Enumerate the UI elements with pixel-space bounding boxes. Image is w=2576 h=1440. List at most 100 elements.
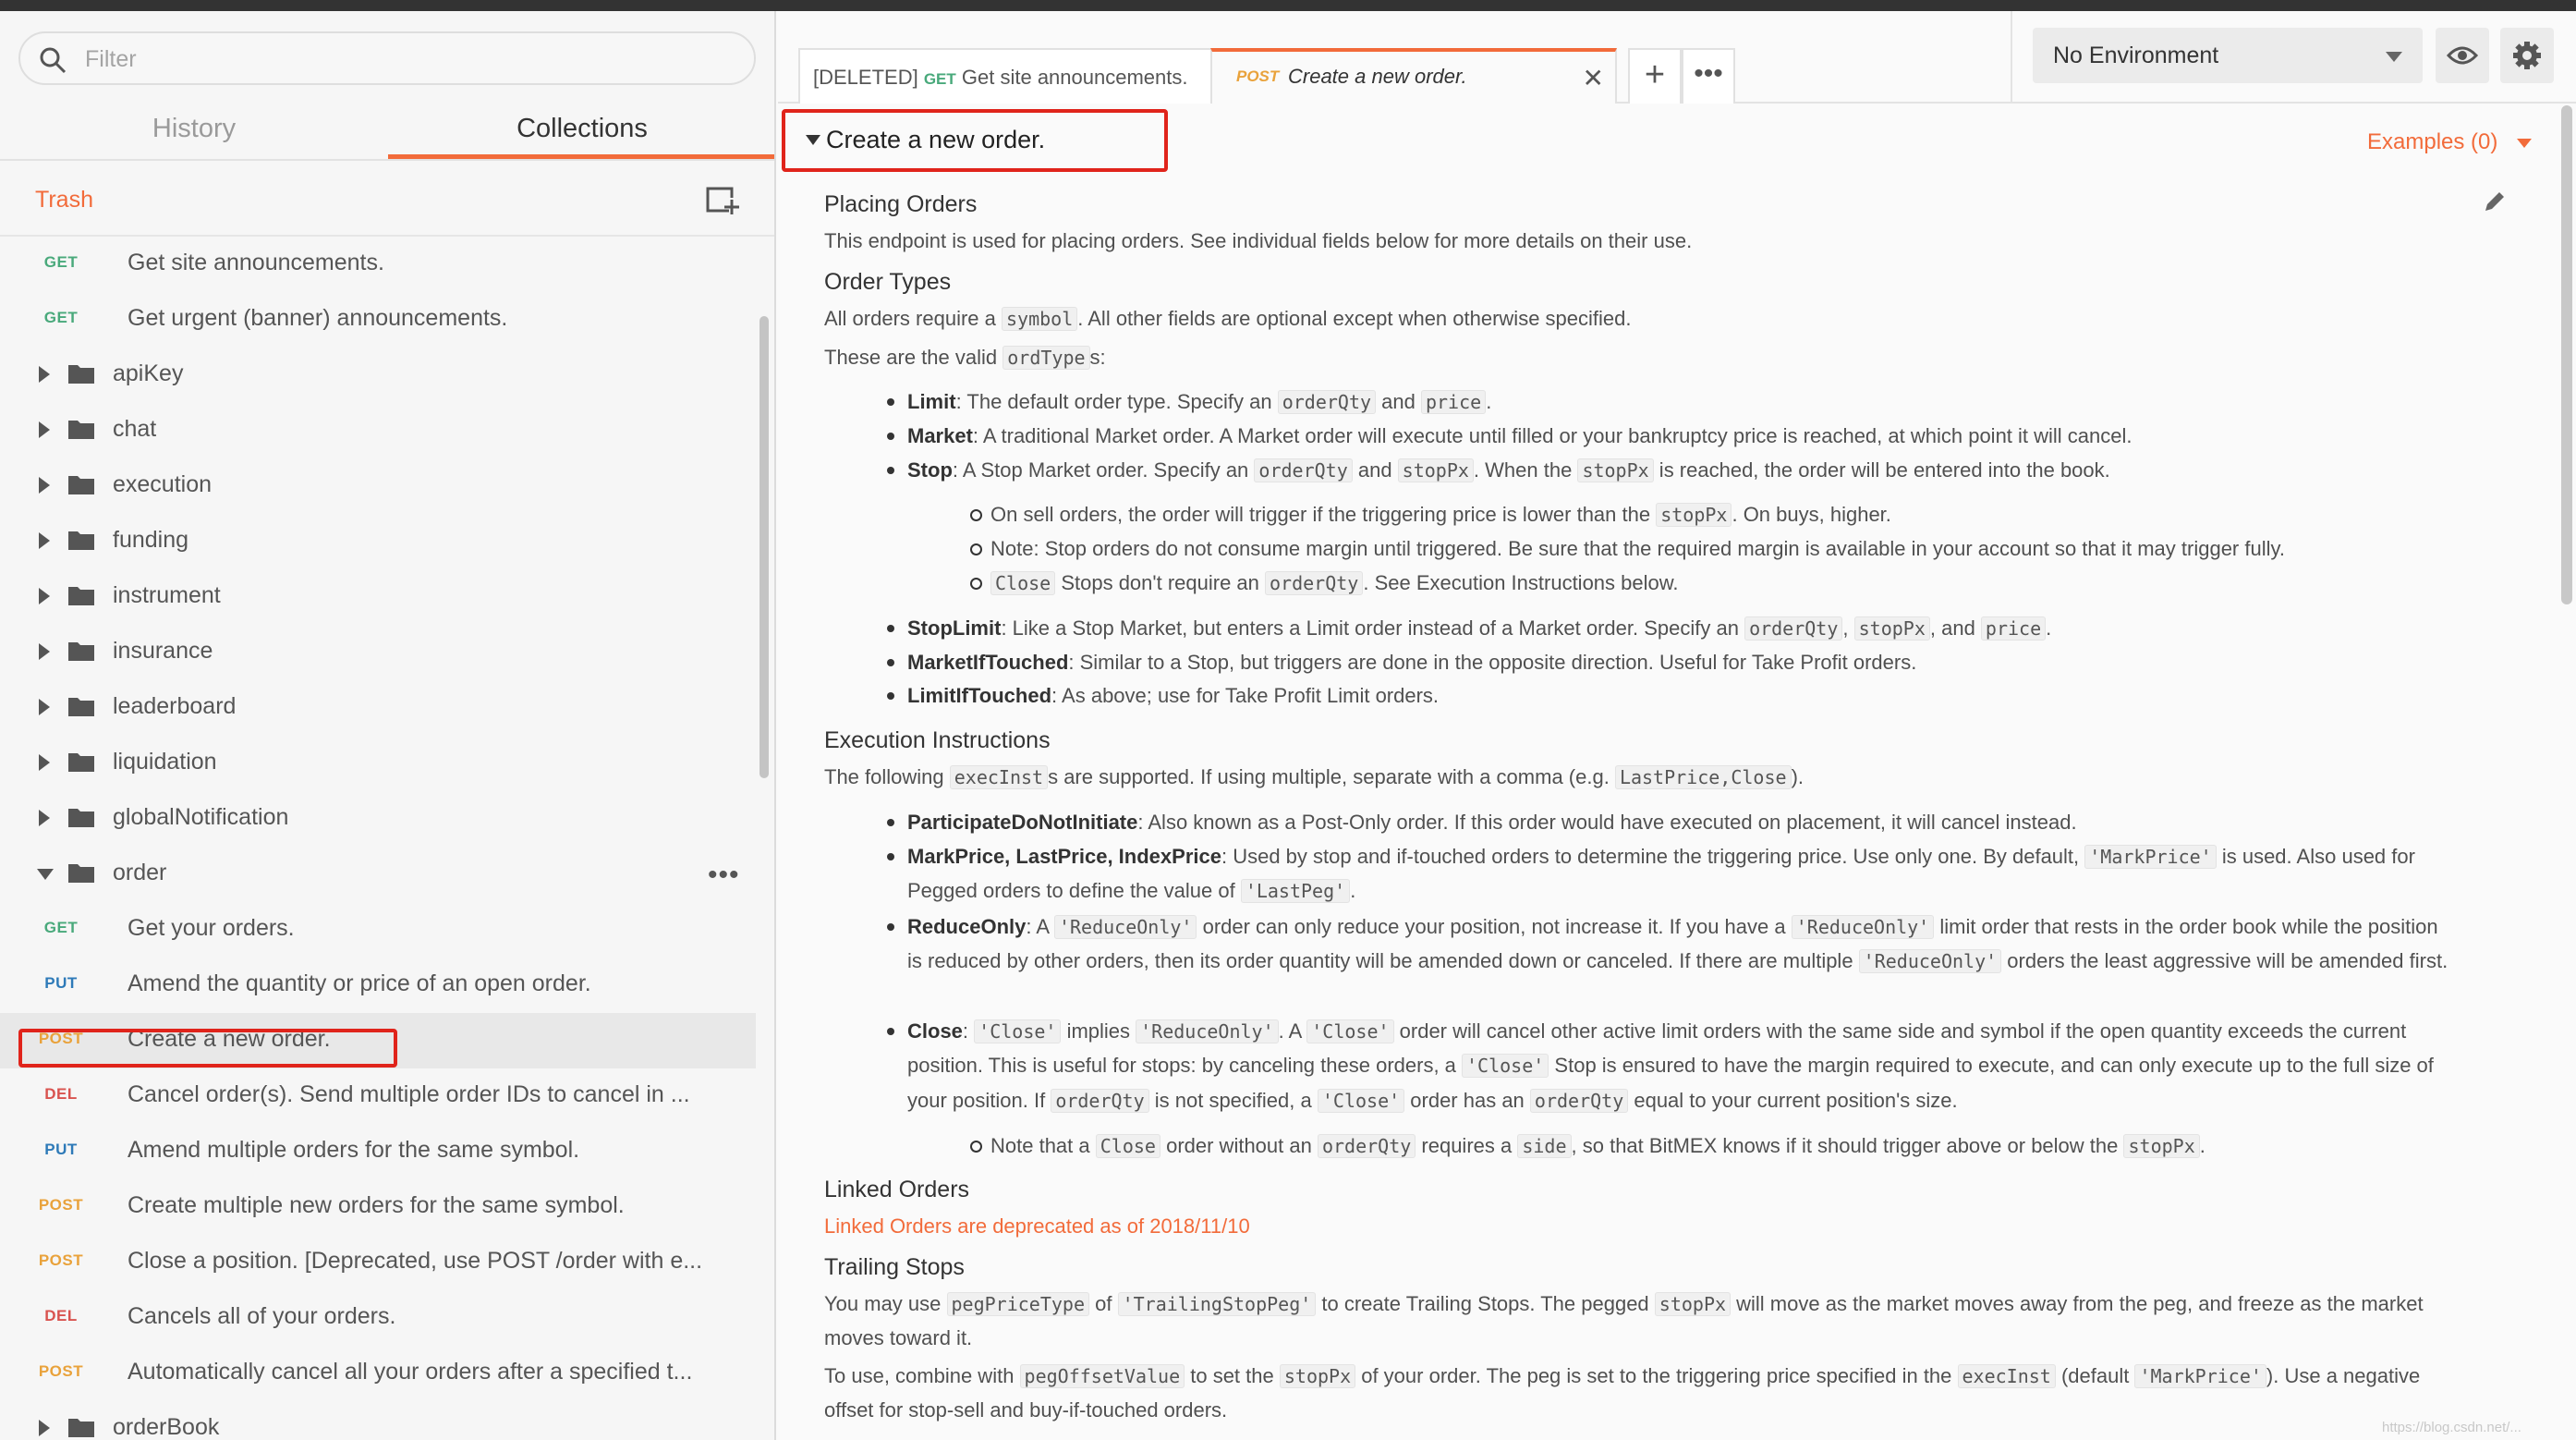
settings-button[interactable]	[2500, 28, 2554, 83]
folder-label: instrument	[113, 582, 221, 608]
folder-row[interactable]: chat	[0, 403, 756, 458]
list-item: Stop: A Stop Market order. Specify an or…	[887, 453, 2450, 487]
caret-right-icon[interactable]	[39, 699, 50, 715]
request-tabs-bar: [DELETED] GET Get site announcements. PO…	[778, 11, 2576, 104]
folder-row[interactable]: apiKey	[0, 348, 756, 403]
section-heading: Linked Orders	[824, 1177, 970, 1202]
request-tab[interactable]: [DELETED] GET Get site announcements.	[798, 48, 1212, 104]
request-label: Automatically cancel all your orders aft…	[128, 1359, 693, 1385]
request-row[interactable]: POST Automatically cancel all your orders…	[0, 1346, 756, 1401]
request-row[interactable]: GET Get your orders.	[0, 902, 756, 958]
filter-box[interactable]	[18, 31, 756, 85]
folder-icon	[68, 809, 94, 827]
caret-right-icon[interactable]	[39, 588, 50, 604]
window-top-strip	[0, 0, 2576, 11]
trash-row: Trash	[0, 161, 774, 237]
caret-right-icon[interactable]	[39, 477, 50, 494]
request-row[interactable]: DEL Cancel order(s). Send multiple order …	[0, 1068, 756, 1124]
list-item: Close: 'Close' implies 'ReduceOnly'. A '…	[887, 1014, 2450, 1117]
tab-history[interactable]: History	[0, 100, 388, 159]
request-label: Create multiple new orders for the same …	[128, 1192, 625, 1218]
caret-right-icon[interactable]	[39, 643, 50, 660]
section-heading: Placing Orders	[824, 191, 978, 217]
sub-list-item: Close Stops don't require an orderQty. S…	[970, 566, 2450, 600]
request-method: GET	[43, 253, 79, 271]
folder-icon	[68, 753, 94, 772]
folder-row[interactable]: liquidation	[0, 736, 756, 791]
add-tab-button[interactable]: +	[1628, 48, 1682, 104]
request-title-row[interactable]: Create a new order. Examples (0)	[778, 105, 2576, 177]
folder-label: apiKey	[113, 360, 184, 386]
folder-row[interactable]: order •••	[0, 847, 756, 902]
request-method: DEL	[44, 1085, 78, 1103]
caret-right-icon[interactable]	[39, 532, 50, 549]
tab-label: Get site announcements.	[961, 66, 1188, 89]
caret-right-icon[interactable]	[39, 1420, 50, 1436]
examples-dropdown[interactable]: Examples (0)	[2367, 129, 2497, 155]
folder-row[interactable]: leaderboard	[0, 680, 756, 736]
sub-list-item: Note: Stop orders do not consume margin …	[970, 531, 2450, 566]
request-row[interactable]: POST Close a position. [Deprecated, use P…	[0, 1235, 756, 1290]
environment-value: No Environment	[2053, 43, 2219, 68]
caret-right-icon[interactable]	[39, 754, 50, 771]
caret-right-icon[interactable]	[39, 366, 50, 383]
folder-more-icon[interactable]: •••	[708, 860, 740, 891]
section-heading: Order Types	[824, 269, 952, 295]
request-row[interactable]: GET Get site announcements.	[0, 237, 756, 292]
main-scroll-thumb[interactable]	[2561, 105, 2572, 604]
request-tab-active[interactable]: POST Create a new order. ✕	[1210, 48, 1617, 104]
request-row[interactable]: DEL Cancels all of your orders.	[0, 1290, 756, 1346]
folder-row[interactable]: insurance	[0, 625, 756, 680]
tab-menu-button[interactable]: •••	[1682, 48, 1735, 104]
request-label: Amend the quantity or price of an open o…	[128, 970, 591, 996]
environment-quick-look-button[interactable]	[2436, 28, 2489, 83]
request-row[interactable]: POST Create multiple new orders for the s…	[0, 1179, 756, 1235]
request-method: POST	[38, 1196, 84, 1214]
sub-list-item: Note that a Close order without an order…	[970, 1129, 2450, 1163]
environment-select[interactable]: No Environment	[2033, 28, 2423, 83]
sidebar: History Collections Trash GET Get site an…	[0, 11, 776, 1440]
folder-row[interactable]: execution	[0, 458, 756, 514]
selected-request-highlight	[18, 1029, 397, 1068]
sidebar-scroll-thumb[interactable]	[759, 316, 769, 778]
folder-row[interactable]: orderBook	[0, 1401, 756, 1440]
paragraph: All orders require a symbol. All other f…	[824, 307, 1632, 331]
request-row[interactable]: PUT Amend multiple orders for the same sy…	[0, 1124, 756, 1179]
folder-icon	[68, 476, 94, 494]
folder-icon	[68, 421, 94, 439]
folder-row[interactable]: globalNotification	[0, 791, 756, 847]
folder-icon	[68, 365, 94, 384]
request-label: Get site announcements.	[128, 250, 384, 275]
deprecation-notice: Linked Orders are deprecated as of 2018/…	[824, 1214, 1250, 1238]
paragraph: These are the valid ordType s:	[824, 346, 1106, 370]
tab-label: Create a new order.	[1288, 65, 1467, 88]
request-method: DEL	[44, 1307, 78, 1324]
new-collection-icon[interactable]	[706, 185, 739, 216]
folder-row[interactable]: funding	[0, 514, 756, 569]
folder-label: globalNotification	[113, 804, 289, 830]
tab-collections[interactable]: Collections	[388, 100, 774, 159]
folder-icon	[68, 1419, 94, 1437]
caret-right-icon[interactable]	[39, 421, 50, 438]
request-method: PUT	[44, 974, 78, 992]
request-method: GET	[43, 919, 79, 936]
list-item: LimitIfTouched: As above; use for Take P…	[887, 678, 2450, 713]
edit-pencil-icon[interactable]	[2482, 189, 2508, 214]
list-item: Market: A traditional Market order. A Ma…	[887, 419, 2450, 453]
search-icon	[40, 47, 67, 74]
tab-prefix: [DELETED]	[813, 66, 918, 89]
sidebar-tabs: History Collections	[0, 100, 774, 159]
filter-input[interactable]	[85, 43, 732, 76]
tab-method: GET	[923, 70, 956, 88]
folder-icon	[68, 864, 94, 883]
close-tab-icon[interactable]: ✕	[1583, 63, 1604, 93]
folder-row[interactable]: instrument	[0, 569, 756, 625]
request-row[interactable]: PUT Amend the quantity or price of an ope…	[0, 958, 756, 1013]
paragraph: The following execInst s are supported. I…	[824, 765, 1804, 789]
list-item: MarkPrice, LastPrice, IndexPrice: Used b…	[887, 839, 2450, 909]
caret-down-icon[interactable]	[37, 869, 54, 880]
trash-link[interactable]: Trash	[35, 187, 93, 214]
caret-right-icon[interactable]	[39, 810, 50, 826]
chevron-down-icon[interactable]	[2517, 139, 2532, 148]
request-row[interactable]: GET Get urgent (banner) announcements.	[0, 292, 756, 348]
